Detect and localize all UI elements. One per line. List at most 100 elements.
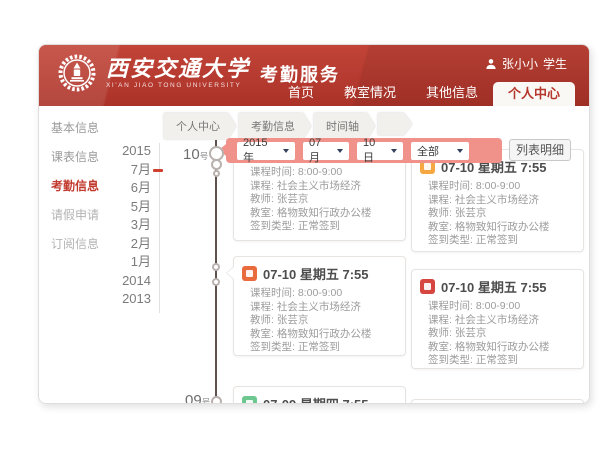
caret-down-icon [391, 149, 397, 153]
nav-other-info[interactable]: 其他信息 [411, 82, 493, 106]
day-number: 09 [185, 392, 202, 404]
course-type-icon [420, 279, 435, 294]
timeline-node [212, 278, 220, 286]
field-label: 课程时间: [428, 180, 473, 192]
field-label: 教室: [250, 207, 274, 219]
attendance-card: 07-10 星期五 7:55 课程时间: 8:00-9:00 课程: 社会主义市… [411, 149, 584, 252]
user-role: 学生 [543, 55, 567, 72]
app-window: 西安交通大学 XI'AN JIAO TONG UNIVERSITY 考勤服务 张… [38, 44, 590, 404]
nav-home[interactable]: 首页 [273, 82, 329, 106]
field-value: 正常签到 [476, 354, 518, 366]
field-label: 课程: [250, 301, 274, 313]
timeline-year-list: 2015 7月 6月 5月 3月 2月 1月 2014 2013 [97, 142, 151, 309]
field-value: 社会主义市场经济 [277, 180, 361, 192]
field-label: 课程时间: [250, 166, 295, 178]
current-month-marker [153, 169, 163, 172]
field-value: 8:00-9:00 [298, 287, 342, 299]
day-dropdown[interactable]: 10日 [357, 142, 403, 160]
user-name: 张小小 [502, 55, 538, 72]
course-type-icon [242, 396, 257, 404]
breadcrumb-personal-center[interactable]: 个人中心 [164, 113, 236, 139]
month-item-jun[interactable]: 6月 [97, 179, 151, 198]
field-value: 正常签到 [476, 234, 518, 246]
year-item-2013[interactable]: 2013 [97, 290, 151, 309]
nav-classrooms[interactable]: 教室情况 [329, 82, 411, 106]
field-label: 签到类型: [428, 234, 473, 246]
field-value: 社会主义市场经济 [455, 194, 539, 206]
type-dropdown[interactable]: 全部 [411, 142, 469, 160]
timeline-node [212, 263, 220, 271]
day-dropdown-value: 10日 [363, 137, 386, 165]
field-value: 正常签到 [298, 220, 340, 232]
day-number: 10 [183, 146, 200, 163]
breadcrumb: 个人中心 考勤信息 时间轴 [164, 113, 415, 139]
day-suffix: 号 [202, 397, 211, 404]
field-label: 课程: [428, 314, 452, 326]
attendance-card: 课程时间: 8:00-9:00 课程: 社会主义市场经济 教师: 张芸京 教室:… [233, 151, 406, 241]
card-date: 07-09 星期四 7:55 [263, 394, 369, 404]
caret-down-icon [337, 149, 343, 153]
field-label: 教师: [250, 193, 274, 205]
field-value: 格物致知行政办公楼 [277, 207, 372, 219]
month-dropdown[interactable]: 07月 [303, 142, 349, 160]
field-value: 社会主义市场经济 [277, 301, 361, 313]
caret-down-icon [457, 149, 463, 153]
field-label: 课程时间: [428, 300, 473, 312]
field-value: 8:00-9:00 [476, 300, 520, 312]
university-name: 西安交通大学 [106, 57, 250, 81]
caret-down-icon [283, 149, 289, 153]
field-label: 教师: [428, 327, 452, 339]
month-item-jan[interactable]: 1月 [97, 253, 151, 272]
field-value: 张芸京 [455, 327, 487, 339]
type-dropdown-value: 全部 [417, 143, 439, 159]
breadcrumb-attendance-info[interactable]: 考勤信息 [239, 113, 311, 139]
month-item-may[interactable]: 5月 [97, 198, 151, 217]
university-name-en: XI'AN JIAO TONG UNIVERSITY [106, 82, 250, 89]
list-detail-button[interactable]: 列表明细 [509, 139, 571, 161]
field-label: 课程: [250, 180, 274, 192]
timeline-node [211, 159, 222, 170]
field-value: 格物致知行政办公楼 [455, 221, 550, 233]
field-label: 教室: [428, 221, 452, 233]
month-item-feb[interactable]: 2月 [97, 235, 151, 254]
user-icon [485, 58, 497, 70]
page: 西安交通大学 XI'AN JIAO TONG UNIVERSITY 考勤服务 张… [0, 0, 600, 450]
brand-text: 西安交通大学 XI'AN JIAO TONG UNIVERSITY [106, 57, 250, 89]
timeline-day-09-label: 09号 [185, 392, 210, 404]
field-label: 签到类型: [250, 220, 295, 232]
field-value: 8:00-9:00 [476, 180, 520, 192]
year-item-2014[interactable]: 2014 [97, 272, 151, 291]
year-item-2015[interactable]: 2015 [97, 142, 151, 161]
sidebar-item-basic-info[interactable]: 基本信息 [51, 114, 121, 143]
year-dropdown[interactable]: 2015年 [237, 142, 295, 160]
field-value: 格物致知行政办公楼 [455, 341, 550, 353]
year-dropdown-value: 2015年 [243, 137, 278, 165]
month-item-jul[interactable]: 7月 [97, 161, 151, 180]
timeline-axis [215, 140, 217, 403]
attendance-card: 07-10 星期五 7:55 课程时间: 8:00-9:00 课程: 社会主义市… [411, 269, 584, 369]
breadcrumb-tail [378, 113, 412, 135]
content-area: 基本信息 课表信息 考勤信息 请假申请 订阅信息 个人中心 考勤信息 时间轴 2… [39, 106, 589, 403]
field-value: 8:00-9:00 [298, 166, 342, 178]
field-label: 教师: [250, 314, 274, 326]
field-label: 课程时间: [250, 287, 295, 299]
card-date: 07-10 星期五 7:55 [441, 277, 547, 296]
user-info[interactable]: 张小小 学生 [485, 55, 567, 72]
university-seal-icon [57, 53, 97, 93]
breadcrumb-timeline[interactable]: 时间轴 [314, 113, 375, 139]
field-label: 课程: [428, 194, 452, 206]
month-item-mar[interactable]: 3月 [97, 216, 151, 235]
field-label: 签到类型: [250, 341, 295, 353]
timeline-day-10-label: 10号 [183, 146, 208, 164]
attendance-card-cutoff [411, 399, 584, 404]
nav-personal-center-active[interactable]: 个人中心 [493, 82, 575, 106]
field-label: 教室: [428, 341, 452, 353]
field-value: 格物致知行政办公楼 [277, 328, 372, 340]
card-date: 07-10 星期五 7:55 [263, 264, 369, 283]
day-suffix: 号 [200, 151, 209, 161]
field-label: 签到类型: [428, 354, 473, 366]
field-value: 张芸京 [277, 193, 309, 205]
timeline-node [211, 396, 222, 404]
filter-bar: 2015年 07月 10日 全部 [226, 138, 502, 163]
field-label: 教师: [428, 207, 452, 219]
